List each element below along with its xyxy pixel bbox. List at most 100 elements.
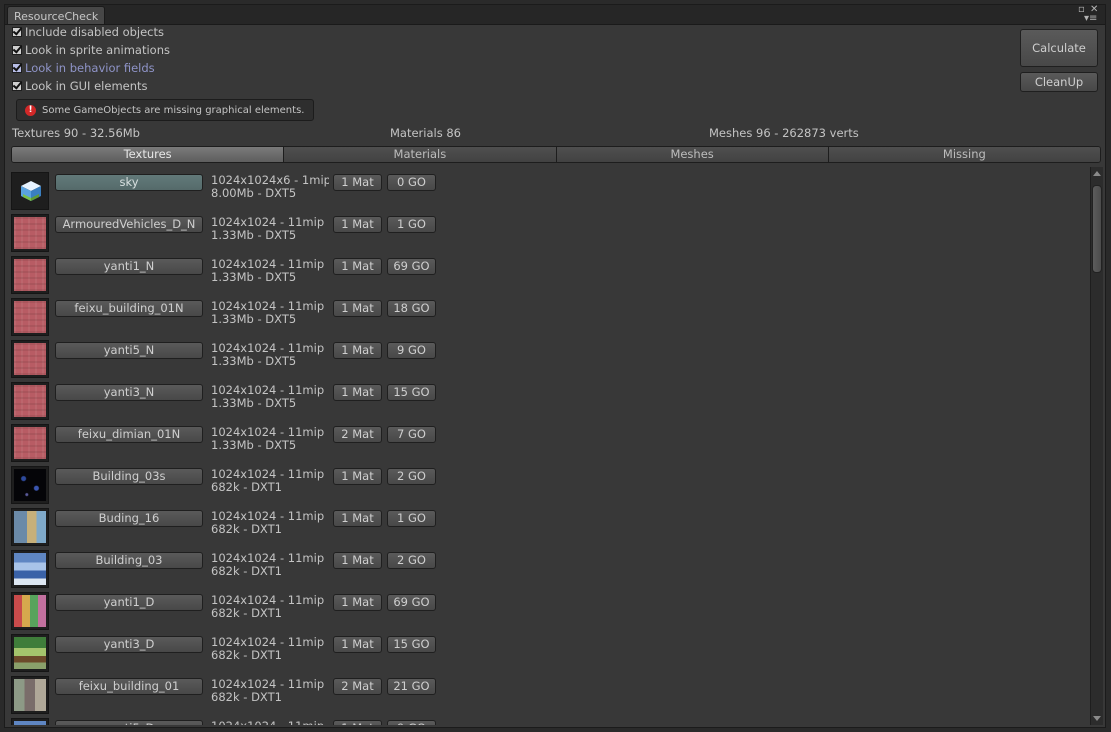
texture-thumbnail[interactable]: [11, 508, 49, 546]
texture-name-button[interactable]: Building_03: [55, 552, 203, 569]
texture-dimensions: 1024x1024 - 11mip: [211, 720, 329, 725]
texture-preview: [14, 637, 46, 669]
texture-name-button[interactable]: Buding_16: [55, 510, 203, 527]
material-count-button[interactable]: 2 Mat: [333, 678, 382, 695]
material-count-button[interactable]: 1 Mat: [333, 384, 382, 401]
gameobject-count-button[interactable]: 15 GO: [387, 636, 436, 653]
gameobject-count-button[interactable]: 7 GO: [387, 426, 436, 443]
option-gui-elements[interactable]: Look in GUI elements: [12, 78, 148, 94]
vertical-scrollbar[interactable]: [1090, 167, 1103, 725]
resource-checker-window: ResourceCheck ▫ ✕ ▾≡ Include disabled ob…: [4, 4, 1106, 728]
checkbox-icon[interactable]: [12, 63, 22, 73]
texture-thumbnail[interactable]: [11, 466, 49, 504]
texture-preview: [14, 259, 46, 291]
gameobject-count-button[interactable]: 21 GO: [387, 678, 436, 695]
material-count-button[interactable]: 1 Mat: [333, 510, 382, 527]
material-count-button[interactable]: 1 Mat: [333, 174, 382, 191]
gameobject-count-button[interactable]: 69 GO: [387, 594, 436, 611]
texture-thumbnail[interactable]: [11, 592, 49, 630]
gameobject-count-button[interactable]: 0 GO: [387, 174, 436, 191]
texture-name-button[interactable]: feixu_building_01: [55, 678, 203, 695]
option-label: Include disabled objects: [25, 25, 165, 39]
texture-info: 1024x1024 - 11mip 1.33Mb - DXT5: [211, 342, 329, 368]
window-tab-resourcecheck[interactable]: ResourceCheck: [7, 6, 105, 24]
texture-thumbnail[interactable]: [11, 676, 49, 714]
gameobject-count-button[interactable]: 15 GO: [387, 384, 436, 401]
texture-thumbnail[interactable]: [11, 550, 49, 588]
materials-stat: Materials 86: [390, 126, 461, 140]
tab-materials[interactable]: Materials: [283, 147, 556, 162]
material-count-button[interactable]: 1 Mat: [333, 300, 382, 317]
option-include-disabled[interactable]: Include disabled objects: [12, 24, 164, 40]
material-count-button[interactable]: 1 Mat: [333, 636, 382, 653]
option-label: Look in GUI elements: [25, 79, 148, 93]
texture-name-button[interactable]: yanti1_D: [55, 594, 203, 611]
texture-name-button[interactable]: sky: [55, 174, 203, 191]
gameobject-count-button[interactable]: 9 GO: [387, 720, 436, 725]
option-sprite-animations[interactable]: Look in sprite animations: [12, 42, 170, 58]
material-count-button[interactable]: 1 Mat: [333, 552, 382, 569]
texture-name-button[interactable]: yanti3_N: [55, 384, 203, 401]
texture-size: 682k - DXT1: [211, 480, 282, 494]
texture-name-button[interactable]: yanti1_N: [55, 258, 203, 275]
option-label: Look in sprite animations: [25, 43, 170, 57]
texture-name-button[interactable]: yanti5_N: [55, 342, 203, 359]
gameobject-count-button[interactable]: 2 GO: [387, 468, 436, 485]
calculate-button[interactable]: Calculate: [1020, 29, 1098, 67]
texture-row: feixu_dimian_01N 1024x1024 - 11mip 1.33Mb …: [5, 424, 1089, 466]
scroll-thumb[interactable]: [1092, 185, 1102, 273]
texture-thumbnail[interactable]: [11, 424, 49, 462]
gameobject-count-button[interactable]: 1 GO: [387, 216, 436, 233]
gameobject-count-button[interactable]: 18 GO: [387, 300, 436, 317]
meshes-stat: Meshes 96 - 262873 verts: [709, 126, 859, 140]
texture-row: ArmouredVehicles_D_N 1024x1024 - 11mip 1.3…: [5, 214, 1089, 256]
checkbox-icon[interactable]: [12, 27, 22, 37]
tab-textures[interactable]: Textures: [12, 147, 284, 162]
material-count-button[interactable]: 1 Mat: [333, 258, 382, 275]
texture-name-button[interactable]: ArmouredVehicles_D_N: [55, 216, 203, 233]
material-count-button[interactable]: 1 Mat: [333, 468, 382, 485]
texture-size: 682k - DXT1: [211, 522, 282, 536]
texture-preview: [14, 217, 46, 249]
menu-icon[interactable]: ▾≡: [1084, 14, 1097, 24]
material-count-button[interactable]: 1 Mat: [333, 720, 382, 725]
checkbox-icon[interactable]: [12, 45, 22, 55]
texture-thumbnail[interactable]: [11, 382, 49, 420]
tab-missing[interactable]: Missing: [827, 147, 1100, 162]
texture-info: 1024x1024 - 11mip682k - DXT1: [211, 678, 329, 704]
texture-thumbnail[interactable]: [11, 718, 49, 725]
gameobject-count-button[interactable]: 69 GO: [387, 258, 436, 275]
tab-meshes[interactable]: Meshes: [555, 147, 828, 162]
texture-name-button[interactable]: feixu_building_01N: [55, 300, 203, 317]
texture-name-button[interactable]: yanti5_D: [55, 720, 203, 725]
texture-row: Building_03s 1024x1024 - 11mip 682k - DXT1…: [5, 466, 1089, 508]
texture-name-button[interactable]: yanti3_D: [55, 636, 203, 653]
checkbox-icon[interactable]: [12, 81, 22, 91]
texture-thumbnail[interactable]: [11, 214, 49, 252]
texture-preview: [14, 343, 46, 375]
texture-list: sky 1024x1024x6 - 1mip 8.00Mb - DXT5 1 Mat 0…: [5, 167, 1089, 725]
texture-preview: [14, 679, 46, 711]
texture-preview: [14, 511, 46, 543]
texture-thumbnail[interactable]: [11, 172, 49, 210]
material-count-button[interactable]: 1 Mat: [333, 594, 382, 611]
material-count-button[interactable]: 1 Mat: [333, 342, 382, 359]
gameobject-count-button[interactable]: 9 GO: [387, 342, 436, 359]
gameobject-count-button[interactable]: 1 GO: [387, 510, 436, 527]
texture-thumbnail[interactable]: [11, 256, 49, 294]
scroll-down-icon[interactable]: [1093, 716, 1101, 721]
material-count-button[interactable]: 1 Mat: [333, 216, 382, 233]
material-count-button[interactable]: 2 Mat: [333, 426, 382, 443]
texture-info: 1024x1024x6 - 1mip 8.00Mb - DXT5: [211, 174, 329, 200]
scroll-up-icon[interactable]: [1093, 171, 1101, 176]
texture-thumbnail[interactable]: [11, 634, 49, 672]
texture-thumbnail[interactable]: [11, 298, 49, 336]
texture-row: yanti5_D 1024x1024 - 11mip682k - DXT1 1 Ma…: [5, 718, 1089, 725]
cleanup-button[interactable]: CleanUp: [1020, 72, 1098, 92]
texture-thumbnail[interactable]: [11, 340, 49, 378]
texture-name-button[interactable]: Building_03s: [55, 468, 203, 485]
texture-name-button[interactable]: feixu_dimian_01N: [55, 426, 203, 443]
option-behavior-fields[interactable]: Look in behavior fields: [12, 60, 155, 76]
texture-size: 1.33Mb - DXT5: [211, 396, 297, 410]
gameobject-count-button[interactable]: 2 GO: [387, 552, 436, 569]
